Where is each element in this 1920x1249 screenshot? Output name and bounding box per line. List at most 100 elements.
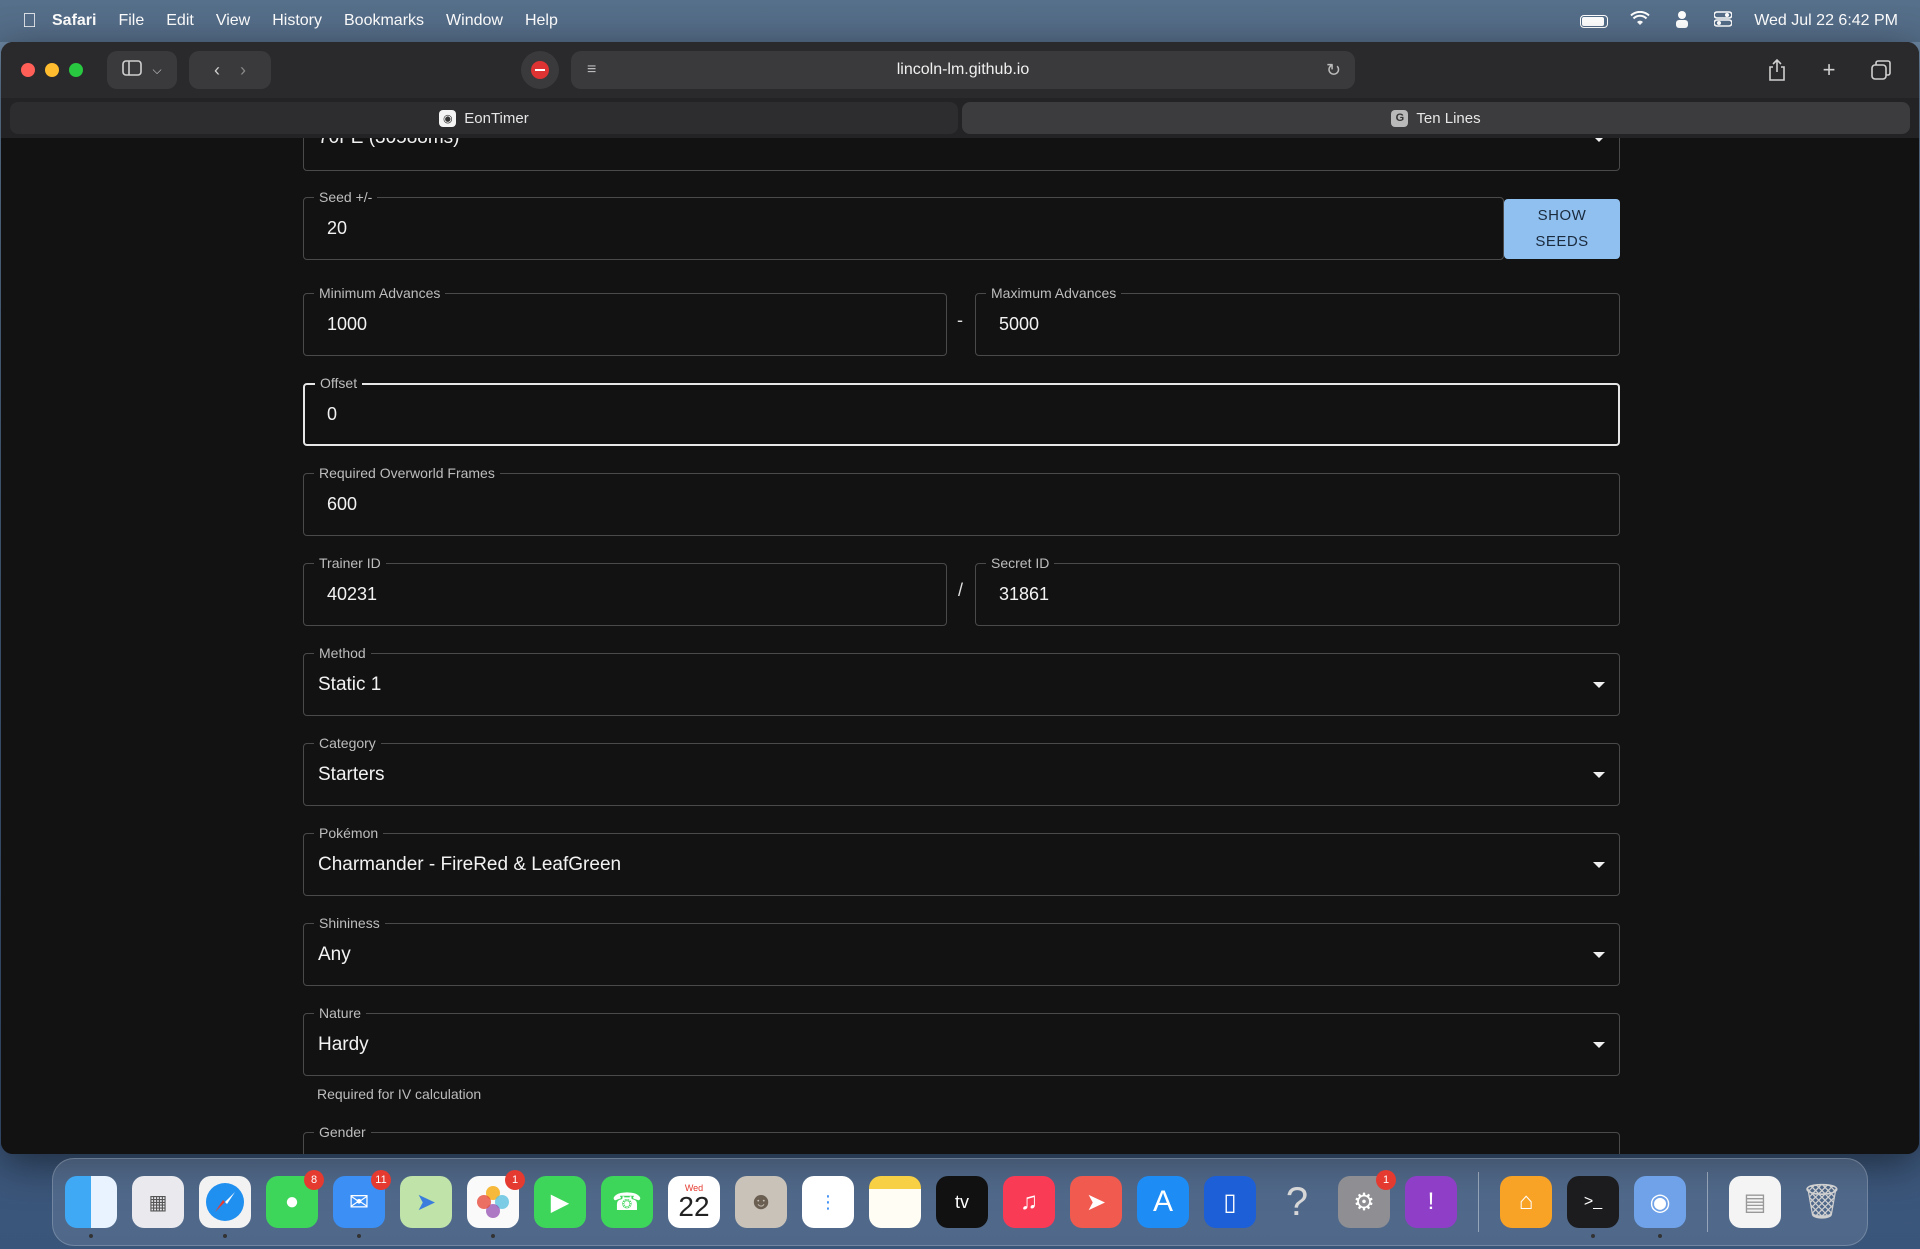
field-value: 1000 [327,314,368,334]
field-value: 40231 [327,584,378,604]
nature-helper-text: Required for IV calculation [317,1086,482,1102]
feedback-icon[interactable]: ! [1405,1176,1457,1228]
gender-select[interactable]: Gender [303,1124,1620,1154]
show-seeds-button[interactable]: SHOW SEEDS [1504,199,1620,259]
trash-icon[interactable]: 🗑 [1796,1176,1848,1228]
running-indicator [491,1234,495,1238]
pokemon-select[interactable]: Pokémon Charmander - FireRed & LeafGreen [303,825,1620,896]
finder-icon[interactable] [65,1176,117,1238]
sidebar-toggle-button[interactable]: ⌵ [107,51,177,89]
facetime-icon[interactable]: ▶ [534,1176,586,1228]
page-menu-icon[interactable]: ≡ [587,61,596,79]
secret-id-field[interactable]: Secret ID 31861 [975,555,1620,626]
method-select[interactable]: Method Static 1 [303,645,1620,716]
back-icon[interactable]: ‹ [214,60,220,81]
menu-edit[interactable]: Edit [166,12,194,30]
caret-down-icon [1593,138,1605,142]
tab-eontimer[interactable]: ◉ EonTimer [10,102,958,134]
shininess-select[interactable]: Shininess Any [303,915,1620,986]
share-icon[interactable] [1759,51,1795,89]
field-value: 600 [327,494,358,514]
content-blocker-button[interactable] [521,51,559,89]
wifi-icon[interactable] [1630,10,1650,32]
menu-app[interactable]: Safari [52,12,96,30]
close-window-button[interactable] [21,63,35,77]
caret-down-icon [1593,772,1605,778]
rocket-typist-icon[interactable]: ➤ [1070,1176,1122,1228]
tab-label: Ten Lines [1416,109,1481,127]
menu-help[interactable]: Help [525,12,558,30]
browser-toolbar: ⌵ ‹ › ≡ lincoln-lm.github.io ↻ + [1,42,1919,98]
user-switcher-icon[interactable] [1672,10,1692,33]
zoom-window-button[interactable] [69,63,83,77]
forward-icon[interactable]: › [240,60,246,81]
menu-file[interactable]: File [118,12,144,30]
seed-select[interactable]: 70FE (30588ms) [303,138,1620,171]
home-icon[interactable]: ⌂ [1500,1176,1552,1228]
control-center-icon[interactable] [1713,10,1734,32]
address-bar[interactable]: ≡ lincoln-lm.github.io ↻ [571,51,1355,89]
menu-history[interactable]: History [272,12,322,30]
battery-icon[interactable] [1580,14,1609,28]
mail-icon[interactable]: ✉ 11 [333,1170,391,1238]
min-advances-field[interactable]: Minimum Advances 1000 [303,285,947,356]
apple-icon[interactable]:  [22,10,52,33]
nature-select[interactable]: Nature Hardy [303,1005,1620,1076]
tab-ten-lines[interactable]: G Ten Lines [962,102,1910,134]
category-select[interactable]: Category Starters [303,735,1620,806]
new-tab-icon[interactable]: + [1811,51,1847,89]
notes-icon[interactable] [869,1176,921,1228]
status-area: Wed Jul 22 6:42 PM [1580,10,1898,33]
minimize-window-button[interactable] [45,63,59,77]
settings-badge: 1 [1376,1170,1396,1190]
reload-icon[interactable]: ↻ [1326,60,1341,81]
chevron-down-icon: ⌵ [152,62,162,77]
terminal-icon[interactable]: >_ [1567,1176,1619,1238]
calendar-date: 22 [678,1190,710,1222]
documents-stack-icon[interactable]: ▤ [1729,1176,1781,1228]
calendar-icon[interactable]: Wed 22 [668,1176,720,1228]
launchpad-icon[interactable]: ▦ [132,1176,184,1228]
contacts-icon[interactable]: ☻ [735,1176,787,1228]
ten-lines-favicon-icon: G [1391,109,1409,127]
phone-icon[interactable]: ☎ [601,1176,653,1228]
menu-view[interactable]: View [216,12,250,30]
field-label: Maximum Advances [986,285,1122,301]
tv-icon[interactable]: tv [936,1176,988,1228]
offset-field[interactable]: Offset 0 [303,375,1620,446]
caret-down-icon [1593,682,1605,688]
photos-badge: 1 [505,1170,525,1190]
field-label: Offset [315,375,363,391]
seed-range-field[interactable]: Seed +/- 20 [303,189,1504,260]
window-controls [21,63,83,77]
blocker-icon [531,61,549,79]
button-label-line1: SHOW [1537,207,1587,224]
tab-label: EonTimer [464,109,529,127]
dock-divider [1707,1172,1708,1232]
field-value: 31861 [999,584,1050,604]
field-label: Trainer ID [314,555,386,571]
tab-overview-icon[interactable] [1863,51,1899,89]
app-store-icon[interactable]: A [1137,1176,1189,1228]
maps-icon[interactable]: ➤ [400,1176,452,1228]
messages-icon[interactable]: ● 8 [266,1170,324,1228]
help-icon[interactable]: ? [1271,1176,1323,1228]
url-text: lincoln-lm.github.io [896,61,1030,78]
max-advances-field[interactable]: Maximum Advances 5000 [975,285,1620,356]
field-label: Method [314,645,371,661]
system-settings-icon[interactable]: ⚙ 1 [1338,1170,1396,1228]
clock[interactable]: Wed Jul 22 6:42 PM [1754,12,1898,30]
overworld-frames-field[interactable]: Required Overworld Frames 600 [303,465,1620,536]
menu-bookmarks[interactable]: Bookmarks [344,12,424,30]
reminders-icon[interactable]: ⋮ [802,1176,854,1228]
photos-icon[interactable]: 1 [467,1170,525,1238]
simulator-icon[interactable]: ▯ [1204,1176,1256,1228]
utility-app-icon[interactable]: ◉ [1634,1176,1686,1238]
trainer-id-field[interactable]: Trainer ID 40231 [303,555,947,626]
safari-icon[interactable] [199,1176,251,1238]
music-icon[interactable]: ♫ [1003,1176,1055,1228]
field-label: Gender [314,1124,371,1140]
menu-window[interactable]: Window [446,12,503,30]
range-separator: - [957,310,963,330]
field-value: 0 [327,404,338,424]
